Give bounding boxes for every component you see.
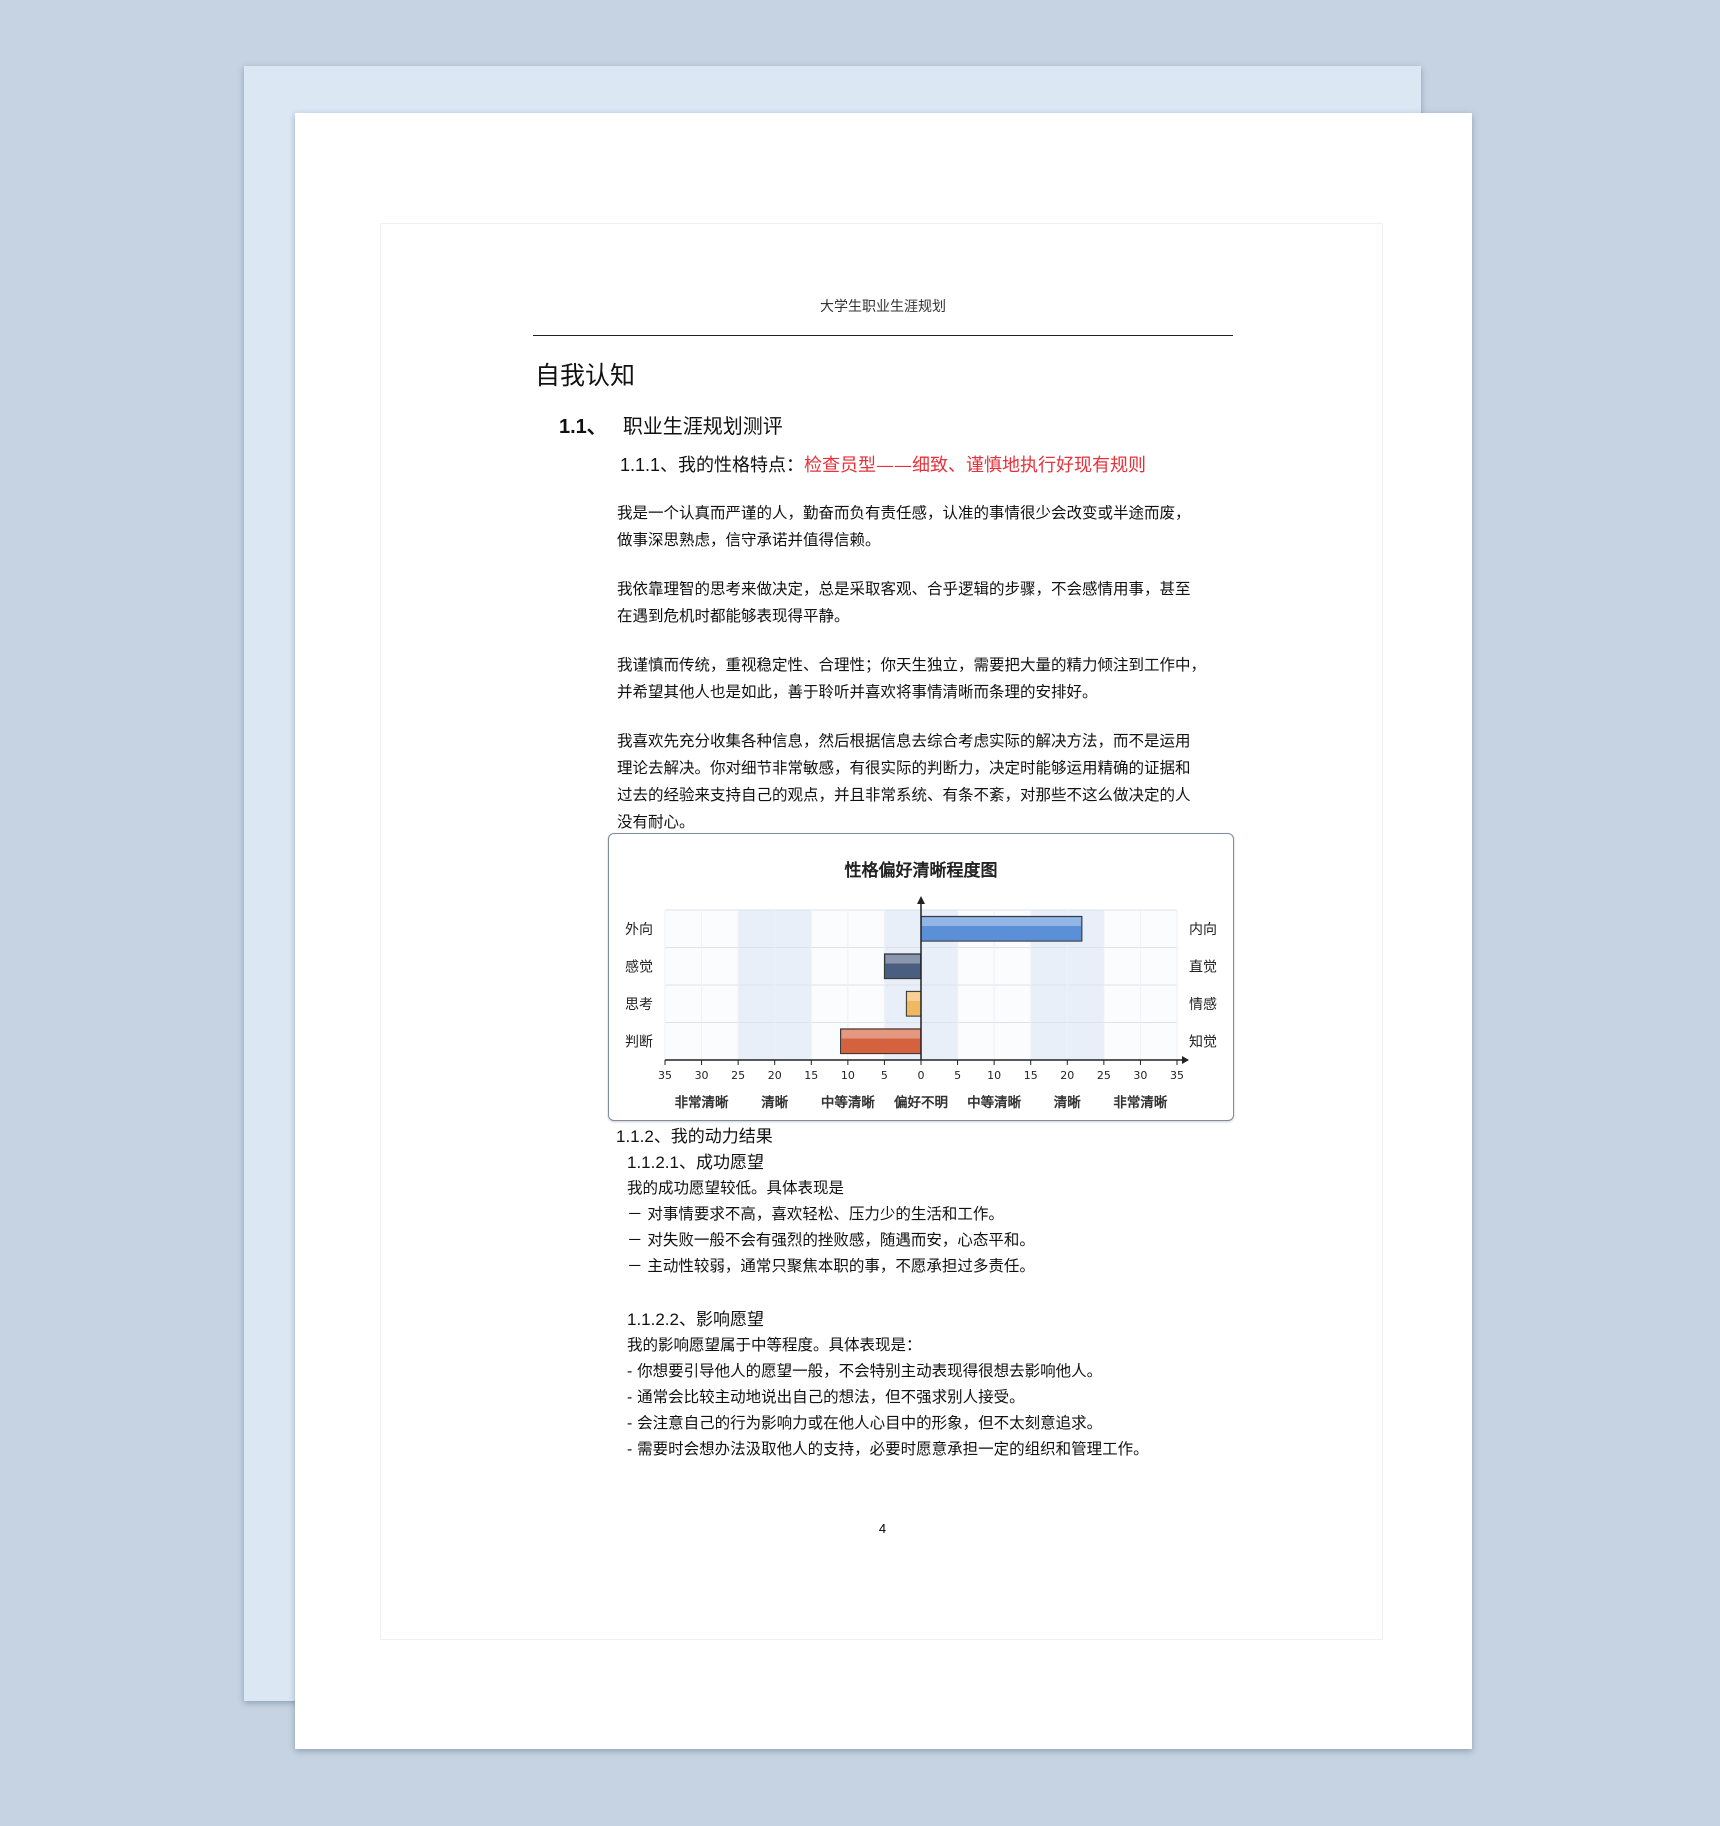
paragraph-line: 在遇到危机时都能够表现得平静。 — [617, 607, 850, 625]
influence-item: - 通常会比较主动地说出自己的想法，但不强求别人接受。 — [627, 1388, 1025, 1406]
paragraph-2: 我依靠理智的思考来做决定，总是采取客观、合乎逻辑的步骤，不会感情用事，甚至 在遇… — [617, 576, 1233, 630]
section-label: 职业生涯规划测评 — [622, 414, 783, 438]
x-tick-label: 15 — [804, 1069, 818, 1082]
paragraph-line: 我依靠理智的思考来做决定，总是采取客观、合乎逻辑的步骤，不会感情用事，甚至 — [617, 580, 1191, 598]
clarity-level-label: 清晰 — [761, 1094, 788, 1111]
bar-highlight — [841, 1029, 920, 1039]
dynamics-number: 1.1.2 — [616, 1127, 654, 1146]
success-item: － 对事情要求不高，喜欢轻松、压力少的生活和工作。 — [627, 1205, 1004, 1223]
bar-highlight — [885, 954, 920, 964]
influence-item: - 会注意自己的行为影响力或在他人心目中的形象，但不太刻意追求。 — [627, 1414, 1103, 1432]
influence-item: - 你想要引导他人的愿望一般，不会特别主动表现得很想去影响他人。 — [627, 1362, 1103, 1380]
subsection-heading: 1.1.1、我的性格特点：检查员型——细致、谨慎地执行好现有规则 — [620, 451, 1146, 477]
paragraph-line: 没有耐心。 — [617, 813, 695, 831]
right-category-label: 知觉 — [1189, 1033, 1217, 1050]
paragraph-line: 并希望其他人也是如此，善于聆听并喜欢将事情清晰而条理的安排好。 — [617, 683, 1098, 701]
paragraph-3: 我谨慎而传统，重视稳定性、合理性；你天生独立，需要把大量的精力倾注到工作中， 并… — [617, 652, 1233, 706]
x-tick-label: 35 — [1170, 1069, 1184, 1082]
paragraph-line: 过去的经验来支持自己的观点，并且非常系统、有条不紊，对那些不这么做决定的人 — [617, 786, 1191, 804]
success-intro: 我的成功愿望较低。具体表现是 — [627, 1179, 845, 1197]
x-tick-label: 10 — [987, 1069, 1001, 1082]
bar-highlight — [907, 992, 920, 1002]
paragraph-4: 我喜欢先充分收集各种信息，然后根据信息去综合考虑实际的解决方法，而不是运用 理论… — [617, 728, 1233, 836]
page-number: 4 — [878, 1521, 887, 1536]
running-header: 大学生职业生涯规划 — [820, 299, 946, 315]
left-category-label: 思考 — [625, 997, 653, 1013]
chart-title: 性格偏好清晰程度图 — [845, 860, 998, 881]
right-category-label: 直觉 — [1189, 958, 1217, 975]
x-tick-label: 20 — [1060, 1069, 1074, 1082]
success-item: － 对失败一般不会有强烈的挫败感，随遇而安，心态平和。 — [627, 1231, 1035, 1249]
dynamics-heading: 1.1.2、我的动力结果 — [616, 1122, 773, 1147]
clarity-level-label: 偏好不明 — [894, 1094, 948, 1111]
dynamics-label: 、我的动力结果 — [653, 1127, 773, 1147]
section-number: 1.1、 — [559, 416, 607, 438]
clarity-level-label: 清晰 — [1054, 1094, 1082, 1111]
left-category-label: 判断 — [625, 1034, 653, 1050]
section-heading: 1.1、 职业生涯规划测评 — [559, 410, 783, 439]
paragraph-line: 理论去解决。你对细节非常敏感，有很实际的判断力，决定时能够运用精确的证据和 — [617, 759, 1191, 777]
success-label: 、成功愿望 — [679, 1153, 764, 1173]
x-tick-label: 30 — [1133, 1069, 1147, 1082]
x-tick-label: 35 — [658, 1069, 672, 1082]
success-heading: 1.1.2.1、成功愿望 — [627, 1148, 764, 1173]
left-category-label: 感觉 — [625, 958, 653, 975]
x-tick-label: 25 — [731, 1069, 745, 1082]
right-category-label: 情感 — [1189, 996, 1217, 1013]
x-tick-label: 10 — [841, 1069, 855, 1082]
paragraph-1: 我是一个认真而严谨的人，勤奋而负有责任感，认准的事情很少会改变或半途而废， 做事… — [617, 500, 1233, 554]
clarity-level-label: 中等清晰 — [967, 1094, 1021, 1111]
paragraph-line: 我喜欢先充分收集各种信息，然后根据信息去综合考虑实际的解决方法，而不是运用 — [617, 732, 1191, 750]
y-axis-arrow — [917, 896, 925, 904]
clarity-level-label: 非常清晰 — [675, 1094, 729, 1111]
paragraph-line: 我谨慎而传统，重视稳定性、合理性；你天生独立，需要把大量的精力倾注到工作中， — [617, 656, 1207, 674]
left-category-label: 外向 — [625, 922, 653, 938]
right-category-label: 内向 — [1189, 922, 1217, 938]
header-rule — [533, 335, 1233, 336]
x-tick-label: 5 — [881, 1069, 888, 1082]
success-item: － 主动性较弱，通常只聚焦本职的事，不愿承担过多责任。 — [627, 1257, 1035, 1275]
chapter-title: 自我认知 — [535, 361, 636, 390]
x-tick-label: 25 — [1097, 1069, 1111, 1082]
influence-intro: 我的影响愿望属于中等程度。具体表现是： — [627, 1336, 922, 1354]
paragraph-line: 我是一个认真而严谨的人，勤奋而负有责任感，认准的事情很少会改变或半途而废， — [617, 504, 1191, 522]
subsection-number: 1.1.1 — [620, 455, 661, 475]
x-tick-label: 5 — [954, 1069, 961, 1082]
paragraph-line: 做事深思熟虑，信守承诺并值得信赖。 — [617, 531, 881, 549]
x-tick-label: 20 — [768, 1069, 782, 1082]
bar-highlight — [922, 917, 1081, 927]
x-axis-arrow — [1182, 1056, 1189, 1064]
influence-item: - 需要时会想办法汲取他人的支持，必要时愿意承担一定的组织和管理工作。 — [627, 1440, 1149, 1458]
influence-number: 1.1.2.2 — [627, 1310, 679, 1329]
preference-chart: 性格偏好清晰程度图 35 30 25 20 15 10 5 0 5 10 15 20 25 30 35 外向 内… — [625, 860, 1217, 1111]
clarity-level-label: 中等清晰 — [821, 1094, 875, 1111]
clarity-level-label: 非常清晰 — [1113, 1094, 1167, 1111]
x-tick-label: 15 — [1024, 1069, 1038, 1082]
x-tick-label: 30 — [695, 1069, 709, 1082]
subsection-label: 、我的性格特点： — [660, 455, 805, 476]
influence-label: 、影响愿望 — [679, 1310, 764, 1330]
personality-type-highlight: 检查员型——细致、谨慎地执行好现有规则 — [804, 455, 1147, 476]
influence-heading: 1.1.2.2、影响愿望 — [627, 1305, 764, 1330]
x-tick-label: 0 — [918, 1069, 925, 1082]
success-number: 1.1.2.1 — [627, 1153, 679, 1172]
preference-chart-frame: 性格偏好清晰程度图 35 30 25 20 15 10 5 0 5 10 15 20 25 30 35 外向 内… — [608, 833, 1234, 1121]
